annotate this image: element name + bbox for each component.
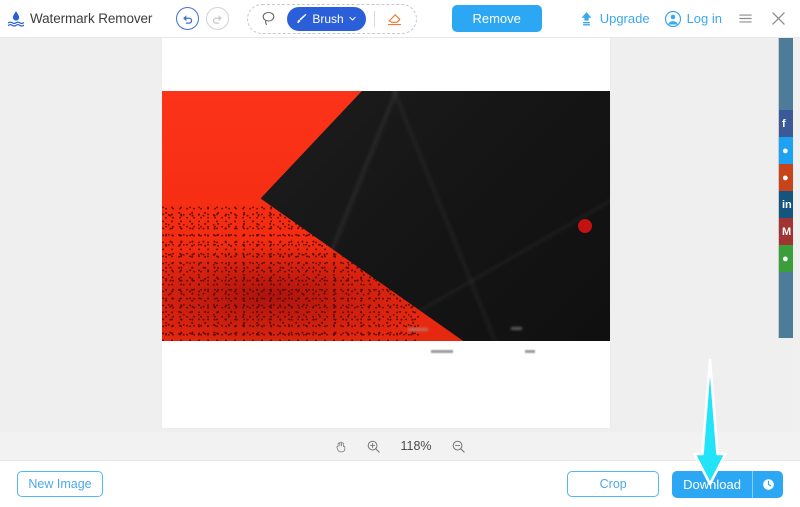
hand-tool-button[interactable] [334, 439, 348, 454]
close-button[interactable] [769, 9, 788, 28]
page-scrollbar[interactable] [793, 38, 800, 432]
image-smudge-left [408, 328, 429, 331]
canvas-area[interactable] [0, 38, 800, 432]
download-history-button[interactable] [753, 471, 783, 498]
tool-group: Brush [247, 3, 417, 34]
undo-button[interactable] [176, 7, 200, 30]
zoom-level-label: 118% [400, 439, 432, 453]
upgrade-button[interactable]: Upgrade [578, 10, 650, 27]
upgrade-label: Upgrade [599, 11, 650, 26]
upload-arrow-icon [581, 12, 592, 26]
header-right-group: Upgrade Log in [578, 9, 788, 28]
hand-grab-icon [336, 441, 346, 452]
brush-tool-button[interactable]: Brush [287, 6, 366, 31]
crop-button[interactable]: Crop [567, 471, 660, 497]
zoom-in-icon [367, 440, 380, 453]
app-root: Watermark Remover Brush Remove Upgrade L… [0, 0, 800, 507]
watermark-residue-left [430, 350, 453, 353]
hamburger-menu-icon [739, 14, 752, 23]
app-header: Watermark Remover Brush Remove Upgrade L… [0, 0, 800, 38]
footer-right-group: Crop Download [567, 470, 783, 498]
download-label: Download [683, 476, 741, 492]
undo-redo-group [176, 7, 230, 30]
brush-tool-label: Brush [312, 11, 344, 26]
login-label: Log in [686, 11, 722, 26]
clock-icon [762, 478, 774, 490]
zoom-out-button[interactable] [451, 439, 466, 454]
redo-button[interactable] [206, 7, 230, 30]
watermark-residue-right [524, 350, 535, 353]
app-title: Watermark Remover [30, 11, 153, 26]
login-button[interactable]: Log in [664, 10, 722, 28]
redo-arrow-icon [213, 15, 223, 24]
eraser-tool-button[interactable] [383, 8, 407, 30]
download-button[interactable]: Download [672, 470, 783, 498]
lasso-icon [262, 11, 275, 25]
remove-button[interactable]: Remove [451, 5, 542, 32]
edited-image[interactable] [162, 91, 610, 341]
undo-arrow-icon [183, 15, 193, 24]
zoom-toolbar: 118% [0, 432, 800, 460]
zoom-out-icon [452, 440, 465, 453]
chevron-down-icon [349, 16, 356, 21]
eraser-icon [388, 14, 402, 26]
new-image-button[interactable]: New Image [17, 471, 103, 497]
brush-icon [297, 13, 307, 23]
lasso-tool-button[interactable] [257, 8, 279, 30]
image-smudge-right [511, 327, 523, 330]
zoom-in-button[interactable] [366, 439, 381, 454]
close-x-icon [772, 12, 785, 25]
app-footer: New Image Crop Download [0, 460, 800, 507]
user-circle-icon [664, 10, 681, 27]
water-drop-waves-logo-icon [7, 10, 25, 27]
app-logo: Watermark Remover [6, 9, 152, 29]
red-dot-brush-mark [578, 218, 592, 233]
tool-divider [373, 10, 375, 27]
image-page-sheet[interactable] [162, 38, 610, 428]
menu-button[interactable] [736, 11, 755, 26]
